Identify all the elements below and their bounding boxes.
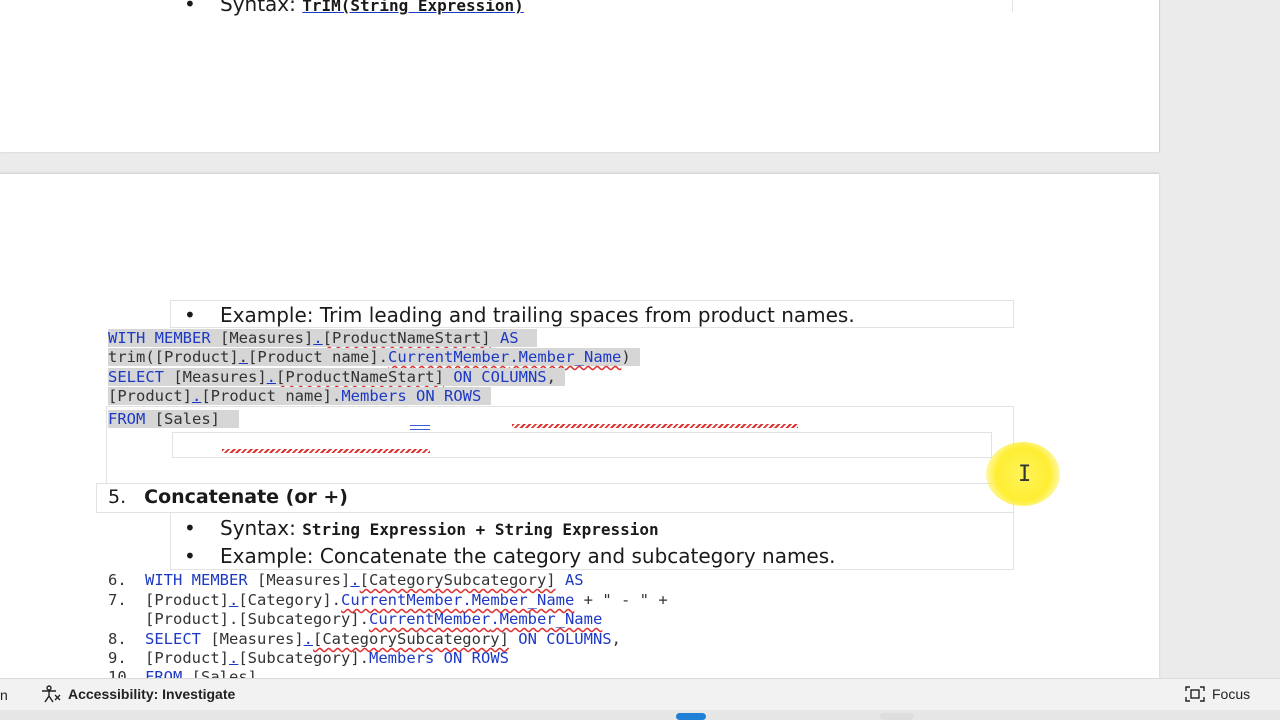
example-bullet-text: Example: Trim leading and trailing space… — [220, 303, 855, 327]
example-bullet-concat[interactable]: • Example: Concatenate the category and … — [184, 544, 836, 568]
text-cursor-icon: I — [1018, 462, 1032, 487]
syntax-code: String Expression + String Expression — [302, 520, 659, 539]
concat-code-line-8[interactable]: SELECT [Measures].[CategorySubcategory] … — [145, 630, 621, 648]
taskbar-strip — [0, 710, 1280, 720]
example-bullet-text: Example: Concatenate the category and su… — [220, 544, 836, 568]
concat-code-line-7-continued[interactable]: [Product].[Subcategory].CurrentMember.Me… — [145, 610, 602, 628]
line-number-8: 8. — [108, 630, 127, 648]
focus-mode-button[interactable]: Focus — [1184, 685, 1250, 703]
focus-icon — [1185, 686, 1205, 702]
spell-squiggle-2 — [222, 449, 430, 453]
focus-label: Focus — [1212, 686, 1251, 702]
line-number-9: 9. — [108, 649, 127, 667]
spell-squiggle-1 — [512, 424, 798, 428]
accessibility-status-button[interactable]: Accessibility: Investigate — [40, 685, 235, 703]
trim-code-line-2[interactable]: trim([Product].[Product name].CurrentMem… — [108, 348, 641, 367]
section-heading-concatenate[interactable]: 5. Concatenate (or +) — [108, 486, 348, 508]
syntax-bullet-concat[interactable]: • Syntax: String Expression + String Exp… — [184, 516, 659, 540]
trim-code-line-3[interactable]: SELECT [Measures].[ProductNameStart] ON … — [108, 368, 566, 387]
trim-code-line-5[interactable]: FROM [Sales] — [108, 410, 239, 429]
concat-code-line-7[interactable]: [Product].[Category].CurrentMember.Membe… — [145, 591, 668, 609]
document-page-previous[interactable]: • Syntax: TrIM(String Expression) — [0, 0, 1159, 152]
syntax-label: Syntax: — [220, 516, 296, 540]
status-left-fragment: n — [0, 687, 8, 703]
table-inner-frame — [172, 432, 992, 458]
double-underline-mark — [410, 425, 430, 430]
taskbar-app-icon-2[interactable] — [880, 713, 914, 720]
example-bullet-trim[interactable]: • Example: Trim leading and trailing spa… — [184, 303, 855, 327]
trim-code-line-4[interactable]: [Product].[Product name].Members ON ROWS — [108, 387, 491, 406]
line-number-6: 6. — [108, 571, 127, 589]
syntax-code: TrIM(String Expression) — [302, 0, 524, 15]
status-bar: n Accessibility: Investigate Focus — [0, 678, 1280, 711]
syntax-label: Syntax: — [220, 0, 296, 16]
taskbar-app-icon[interactable] — [676, 713, 706, 720]
accessibility-label: Accessibility: Investigate — [68, 686, 236, 702]
concat-code-line-6[interactable]: WITH MEMBER [Measures].[CategorySubcateg… — [145, 571, 584, 589]
concat-code-line-9[interactable]: [Product].[Subcategory].Members ON ROWS — [145, 649, 509, 667]
trim-code-line-1[interactable]: WITH MEMBER [Measures].[ProductNameStart… — [108, 329, 538, 348]
line-number-7: 7. — [108, 591, 127, 609]
accessibility-icon — [42, 685, 61, 703]
syntax-bullet-trim: • Syntax: TrIM(String Expression) — [184, 0, 524, 16]
